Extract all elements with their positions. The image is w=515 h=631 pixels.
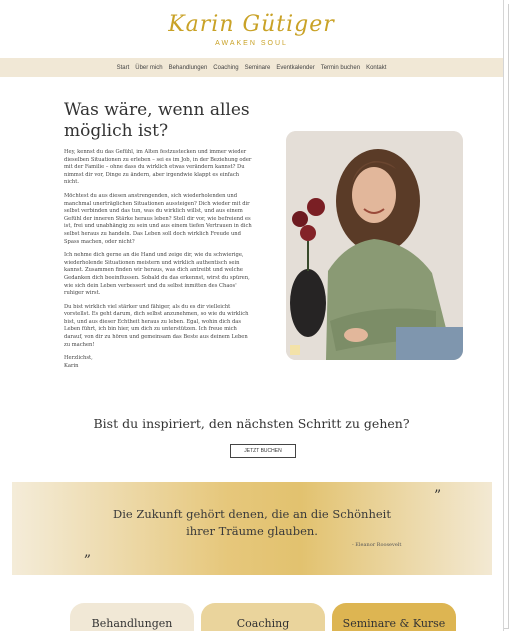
logo-tagline: AWAKEN SOUL (215, 40, 288, 47)
tile-behandlungen[interactable]: Behandlungen (70, 603, 194, 631)
cta-title: Bist du inspiriert, den nächsten Schritt… (93, 416, 410, 431)
service-tiles: Behandlungen Coaching Seminare & Kurse (70, 603, 456, 631)
quote-section: ” Die Zukunft gehört denen, die an die S… (12, 482, 492, 575)
paragraph: Möchtest du aus diesen anstrengenden, si… (64, 192, 252, 245)
quote-mark-icon: „ (84, 544, 92, 560)
quote-text: Die Zukunft gehört denen, die an die Sch… (113, 507, 391, 538)
tile-seminare-kurse[interactable]: Seminare & Kurse (332, 603, 456, 631)
nav-item-coaching[interactable]: Coaching (213, 65, 238, 71)
tile-coaching[interactable]: Coaching (201, 603, 325, 631)
book-now-button[interactable]: JETZT BUCHEN (230, 444, 296, 458)
page-headline: Was wäre, wenn alles möglich ist? (64, 100, 250, 141)
nav-item-kontakt[interactable]: Kontakt (366, 65, 386, 71)
sign-off: Herzlichst, Karin (64, 355, 93, 369)
main-nav: Start Über mich Behandlungen Coaching Se… (0, 58, 503, 77)
quote-mark-icon: ” (434, 488, 442, 504)
paragraph: Hey, kennst du das Gefühl, im Alten fest… (64, 149, 252, 186)
page: Karin Gütiger AWAKEN SOUL Start Über mic… (0, 0, 504, 631)
intro-text: Hey, kennst du das Gefühl, im Alten fest… (64, 149, 254, 376)
quote-author: - Eleanor Roosevelt (352, 542, 402, 548)
paragraph: Ich nehme dich gerne an die Hand und zei… (64, 252, 250, 297)
nav-item-behandlungen[interactable]: Behandlungen (169, 65, 208, 71)
portrait-illustration (286, 131, 463, 360)
paragraph: Du bist wirklich viel stärker und fähige… (64, 303, 249, 348)
nav-item-seminare[interactable]: Seminare (245, 65, 271, 71)
nav-item-start[interactable]: Start (117, 65, 130, 71)
site-header: Karin Gütiger AWAKEN SOUL (0, 0, 503, 58)
nav-item-ueber-mich[interactable]: Über mich (135, 65, 162, 71)
nav-item-eventkalender[interactable]: Eventkalender (276, 65, 314, 71)
portrait-photo (286, 131, 463, 360)
nav-item-termin-buchen[interactable]: Termin buchen (321, 65, 360, 71)
logo[interactable]: Karin Gütiger (0, 12, 503, 37)
